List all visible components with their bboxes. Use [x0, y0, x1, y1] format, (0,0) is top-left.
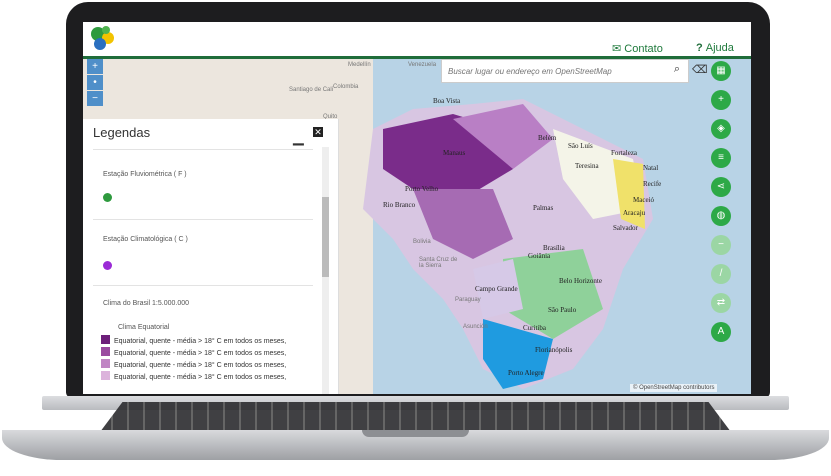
city-florianopolis: Florianópolis: [535, 346, 573, 354]
app-screen: ✉ Contato ? Ajuda Medellín Venezuela Colo…: [83, 22, 751, 394]
laptop-base: [2, 396, 829, 460]
plus-icon[interactable]: +: [711, 90, 731, 110]
city-recife: Recife: [643, 180, 662, 188]
city-belo-horizonte: Belo Horizonte: [559, 277, 602, 285]
label-santa-cruz: Santa Cruz de la Sierra: [419, 257, 458, 269]
close-icon[interactable]: ✕: [313, 127, 323, 137]
layers-icon[interactable]: ◈: [711, 119, 731, 139]
search-input[interactable]: [442, 60, 650, 82]
minimize-icon[interactable]: ▁: [293, 129, 304, 146]
climate-row-label: Equatorial, quente - média > 18° C em to…: [114, 374, 287, 381]
legend-scrollbar[interactable]: [322, 147, 329, 394]
city-porto-velho: Porto Velho: [405, 185, 439, 193]
label-medellin: Medellín: [348, 62, 371, 68]
city-rio-branco: Rio Branco: [383, 201, 416, 209]
opening-notch: [362, 430, 469, 437]
scroll-thumb[interactable]: [322, 197, 329, 277]
city-salvador: Salvador: [613, 224, 638, 232]
globe-icon[interactable]: ◍: [711, 206, 731, 226]
climate-map-title: Clima do Brasil 1:5.000.000: [103, 300, 189, 307]
city-palmas: Palmas: [533, 204, 554, 212]
city-sao-luis: São Luís: [568, 142, 593, 150]
legend-title: Legendas: [93, 125, 151, 140]
map-attribution: © OpenStreetMap contributors: [630, 384, 718, 392]
city-manaus: Manaus: [443, 149, 466, 157]
ruler-icon[interactable]: /: [711, 264, 731, 284]
climate-row-label: Equatorial, quente - média > 18° C em to…: [114, 350, 287, 357]
legend-section-climatological: Estação Climatológica ( C ): [103, 236, 188, 243]
climate-row: Equatorial, quente - média > 18° C em to…: [101, 347, 286, 357]
legend-section-fluviometric: Estação Fluviométrica ( F ): [103, 171, 187, 178]
climatological-station-icon: [103, 261, 112, 270]
swatch: [101, 359, 110, 368]
app-header: ✉ Contato ? Ajuda: [83, 22, 751, 59]
city-natal: Natal: [643, 164, 659, 172]
city-goiania: Goiânia: [528, 252, 551, 260]
city-porto-alegre: Porto Alegre: [508, 369, 544, 377]
swatch: [101, 371, 110, 380]
climate-group-title: Clima Equatorial: [118, 324, 170, 331]
city-campo-grande: Campo Grande: [475, 285, 518, 293]
zoom-reset-button[interactable]: •: [87, 75, 103, 90]
label-cali: Santiago de Cali: [289, 87, 334, 93]
climate-row-label: Equatorial, quente - média > 18° C em to…: [114, 362, 287, 369]
contact-label: Contato: [624, 43, 663, 55]
city-maceio: Maceió: [633, 196, 654, 204]
swatch: [101, 335, 110, 344]
minus-icon[interactable]: −: [711, 235, 731, 255]
city-fortaleza: Fortaleza: [611, 149, 638, 157]
city-boa-vista: Boa Vista: [433, 97, 461, 105]
laptop-mockup: ✉ Contato ? Ajuda Medellín Venezuela Colo…: [0, 0, 831, 476]
share-icon[interactable]: ⋖: [711, 177, 731, 197]
accessibility-button[interactable]: A: [711, 322, 731, 342]
city-teresina: Teresina: [575, 162, 599, 170]
map-icon[interactable]: ▦: [711, 61, 731, 81]
city-curitiba: Curitiba: [523, 324, 546, 332]
label-asuncion: Asunción: [463, 324, 488, 330]
zoom-in-button[interactable]: +: [87, 59, 103, 74]
label-bolivia: Bolivia: [413, 239, 431, 245]
search-box: ⌕: [441, 59, 689, 83]
help-label: Ajuda: [705, 42, 734, 54]
climate-row: Equatorial, quente - média > 18° C em to…: [101, 335, 286, 345]
search-icon[interactable]: ⌕: [674, 63, 680, 76]
climate-row: Equatorial, quente - média > 18° C em to…: [101, 359, 286, 369]
right-toolbar: ▦ + ◈ ≡ ⋖ ◍ − / ⇄ A: [711, 61, 733, 351]
list-icon[interactable]: ≡: [711, 148, 731, 168]
divider: [93, 285, 313, 286]
contact-link[interactable]: ✉ Contato: [612, 42, 663, 55]
map-canvas[interactable]: Medellín Venezuela Colombia Santiago de …: [83, 59, 751, 394]
divider: [93, 219, 313, 220]
fluviometric-station-icon: [103, 193, 112, 202]
swap-icon[interactable]: ⇄: [711, 293, 731, 313]
city-brasilia: Brasília: [543, 244, 565, 252]
swatch: [101, 347, 110, 356]
zoom-out-button[interactable]: −: [87, 91, 103, 106]
zoom-controls: + • −: [87, 59, 103, 107]
brand-logo-icon: [91, 26, 114, 50]
divider: [93, 149, 313, 150]
city-sao-paulo: São Paulo: [548, 306, 577, 314]
legend-panel: Legendas ▁ ✕ Estação Fluviométrica ( F )…: [83, 119, 339, 394]
city-aracaju: Aracaju: [623, 209, 646, 217]
eraser-icon[interactable]: ⌫: [692, 63, 708, 76]
help-link[interactable]: ? Ajuda: [696, 42, 734, 54]
label-paraguay: Paraguay: [455, 297, 481, 303]
climate-row: Equatorial, quente - média > 18° C em to…: [101, 371, 286, 381]
city-belem: Belém: [538, 134, 557, 142]
climate-row-label: Equatorial, quente - média > 18° C em to…: [114, 338, 287, 345]
help-icon: ?: [696, 42, 703, 54]
label-venezuela: Venezuela: [408, 62, 437, 68]
